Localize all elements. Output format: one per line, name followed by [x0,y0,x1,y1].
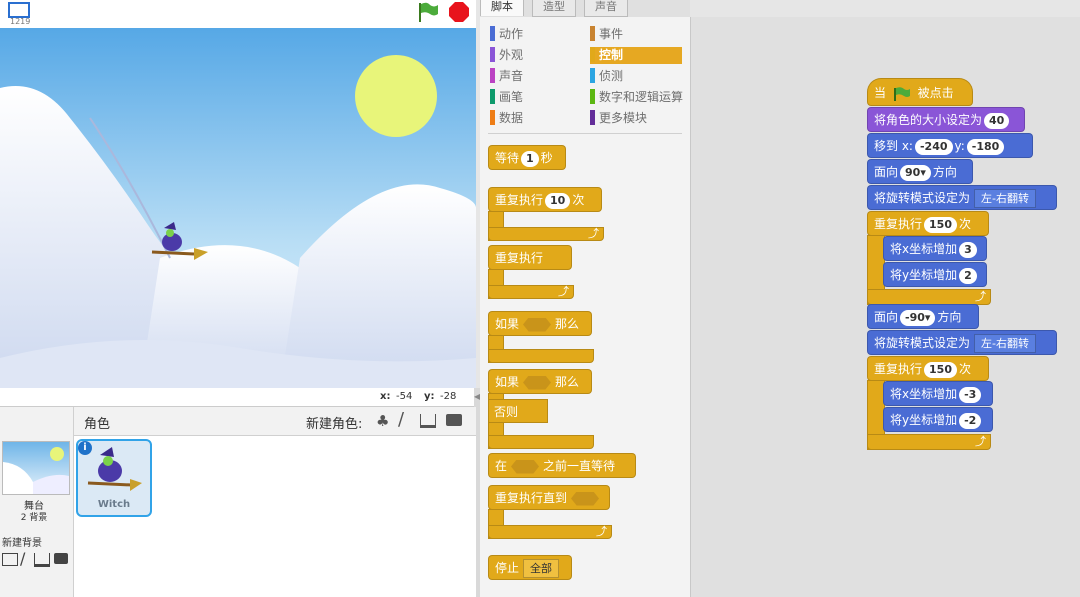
forever-block[interactable]: 重复执行 ⤴ [488,245,574,299]
category-sound[interactable]: 声音 [490,68,580,85]
if-else-block[interactable]: 如果 那么 否则 [488,369,594,449]
stage-backdrop-count: 2 背景 [20,513,48,523]
category-motion[interactable]: 动作 [490,26,580,43]
backdrop-library-icon[interactable] [2,553,18,566]
change-x-block[interactable]: 将x坐标增加 -3 [883,381,993,406]
when-flag-clicked-block[interactable]: 当 被点击 [867,78,973,106]
script-area[interactable]: 当 被点击 将角色的大小设定为 40 移到 x: -240 y: -180 面向 90▾ 方… [691,17,1080,597]
set-rotation-style-block[interactable]: 将旋转模式设定为 左-右翻转 [867,185,1057,210]
category-data[interactable]: 数据 [490,110,580,127]
stop-block[interactable]: 停止 全部 [488,555,572,580]
camera-backdrop-icon[interactable] [54,553,68,564]
if-then-block[interactable]: 如果 那么 [488,311,594,363]
editor-tabs: 脚本 造型 声音 [480,0,690,17]
point-direction-block[interactable]: 面向 90▾ 方向 [867,159,973,184]
camera-sprite-icon[interactable] [446,414,462,426]
point-direction-block[interactable]: 面向 -90▾ 方向 [867,304,979,329]
sprite-tile-witch[interactable]: i Witch [76,439,152,517]
tab-costumes[interactable]: 造型 [532,0,576,17]
category-more-blocks[interactable]: 更多模块 [590,110,682,127]
wait-until-block[interactable]: 在之前一直等待 [488,453,636,478]
sprite-header: 角色 新建角色: ♣ / [74,407,476,436]
paint-sprite-icon[interactable]: / [398,409,404,430]
wait-seconds-block[interactable]: 等待 1 秒 [488,145,566,170]
sprite-name: Witch [97,499,131,510]
change-y-block[interactable]: 将y坐标增加 2 [883,262,987,287]
category-sensing[interactable]: 侦测 [590,68,682,85]
stage-backdrop [0,28,476,388]
upload-backdrop-icon[interactable] [34,553,50,567]
tab-sounds[interactable]: 声音 [584,0,628,17]
category-looks[interactable]: 外观 [490,47,580,64]
upload-sprite-icon[interactable] [420,414,436,428]
block-palette: 动作 事件 外观 控制 声音 侦测 画笔 数字和逻辑运算 数据 更多模块 等待 1… [480,17,691,597]
set-size-block[interactable]: 将角色的大小设定为 40 [867,107,1025,132]
sprite-library-icon[interactable]: ♣ [376,412,389,430]
mouse-x-value: -54 [396,391,413,402]
category-pen[interactable]: 画笔 [490,89,580,106]
green-flag-icon[interactable] [416,1,440,23]
category-operators[interactable]: 数字和逻辑运算 [590,89,690,106]
stop-sign-icon[interactable] [448,1,470,23]
fullscreen-icon[interactable] [8,2,30,18]
stage-info-bar: x: -54 y: -28 [0,388,476,407]
sprites-heading: 角色 [84,417,111,432]
repeat-block[interactable]: 重复执行 10 次 ⤴ [488,187,604,241]
stage-toolbar: 1219 [0,0,476,29]
set-rotation-style-block[interactable]: 将旋转模式设定为 左-右翻转 [867,330,1057,355]
sprite-pane: 舞台 2 背景 新建背景 / 角色 新建角色: ♣ / i Witch [0,407,476,597]
version-label: 1219 [10,17,31,26]
category-events[interactable]: 事件 [590,26,682,43]
mouse-y-value: -28 [440,391,457,402]
new-backdrop-label: 新建背景 [2,538,42,549]
paint-backdrop-icon[interactable]: / [20,549,25,568]
green-flag-icon [893,86,910,101]
new-sprite-label: 新建角色: [306,417,363,432]
go-to-xy-block[interactable]: 移到 x: -240 y: -180 [867,133,1033,158]
mouse-x-label: x: [380,391,391,402]
mouse-y-label: y: [424,391,435,402]
stage-column: 舞台 2 背景 新建背景 / [0,407,74,597]
palette-divider [488,133,682,134]
change-y-block[interactable]: 将y坐标增加 -2 [883,407,993,432]
tab-scripts[interactable]: 脚本 [480,0,524,16]
witch-sprite[interactable] [150,222,210,264]
stage-thumbnail[interactable] [2,441,70,495]
change-x-block[interactable]: 将x坐标增加 3 [883,236,987,261]
category-control[interactable]: 控制 [590,47,682,64]
stage-canvas[interactable] [0,28,476,388]
witch-thumbnail [87,447,142,491]
repeat-until-block[interactable]: 重复执行直到 ⤴ [488,485,612,539]
